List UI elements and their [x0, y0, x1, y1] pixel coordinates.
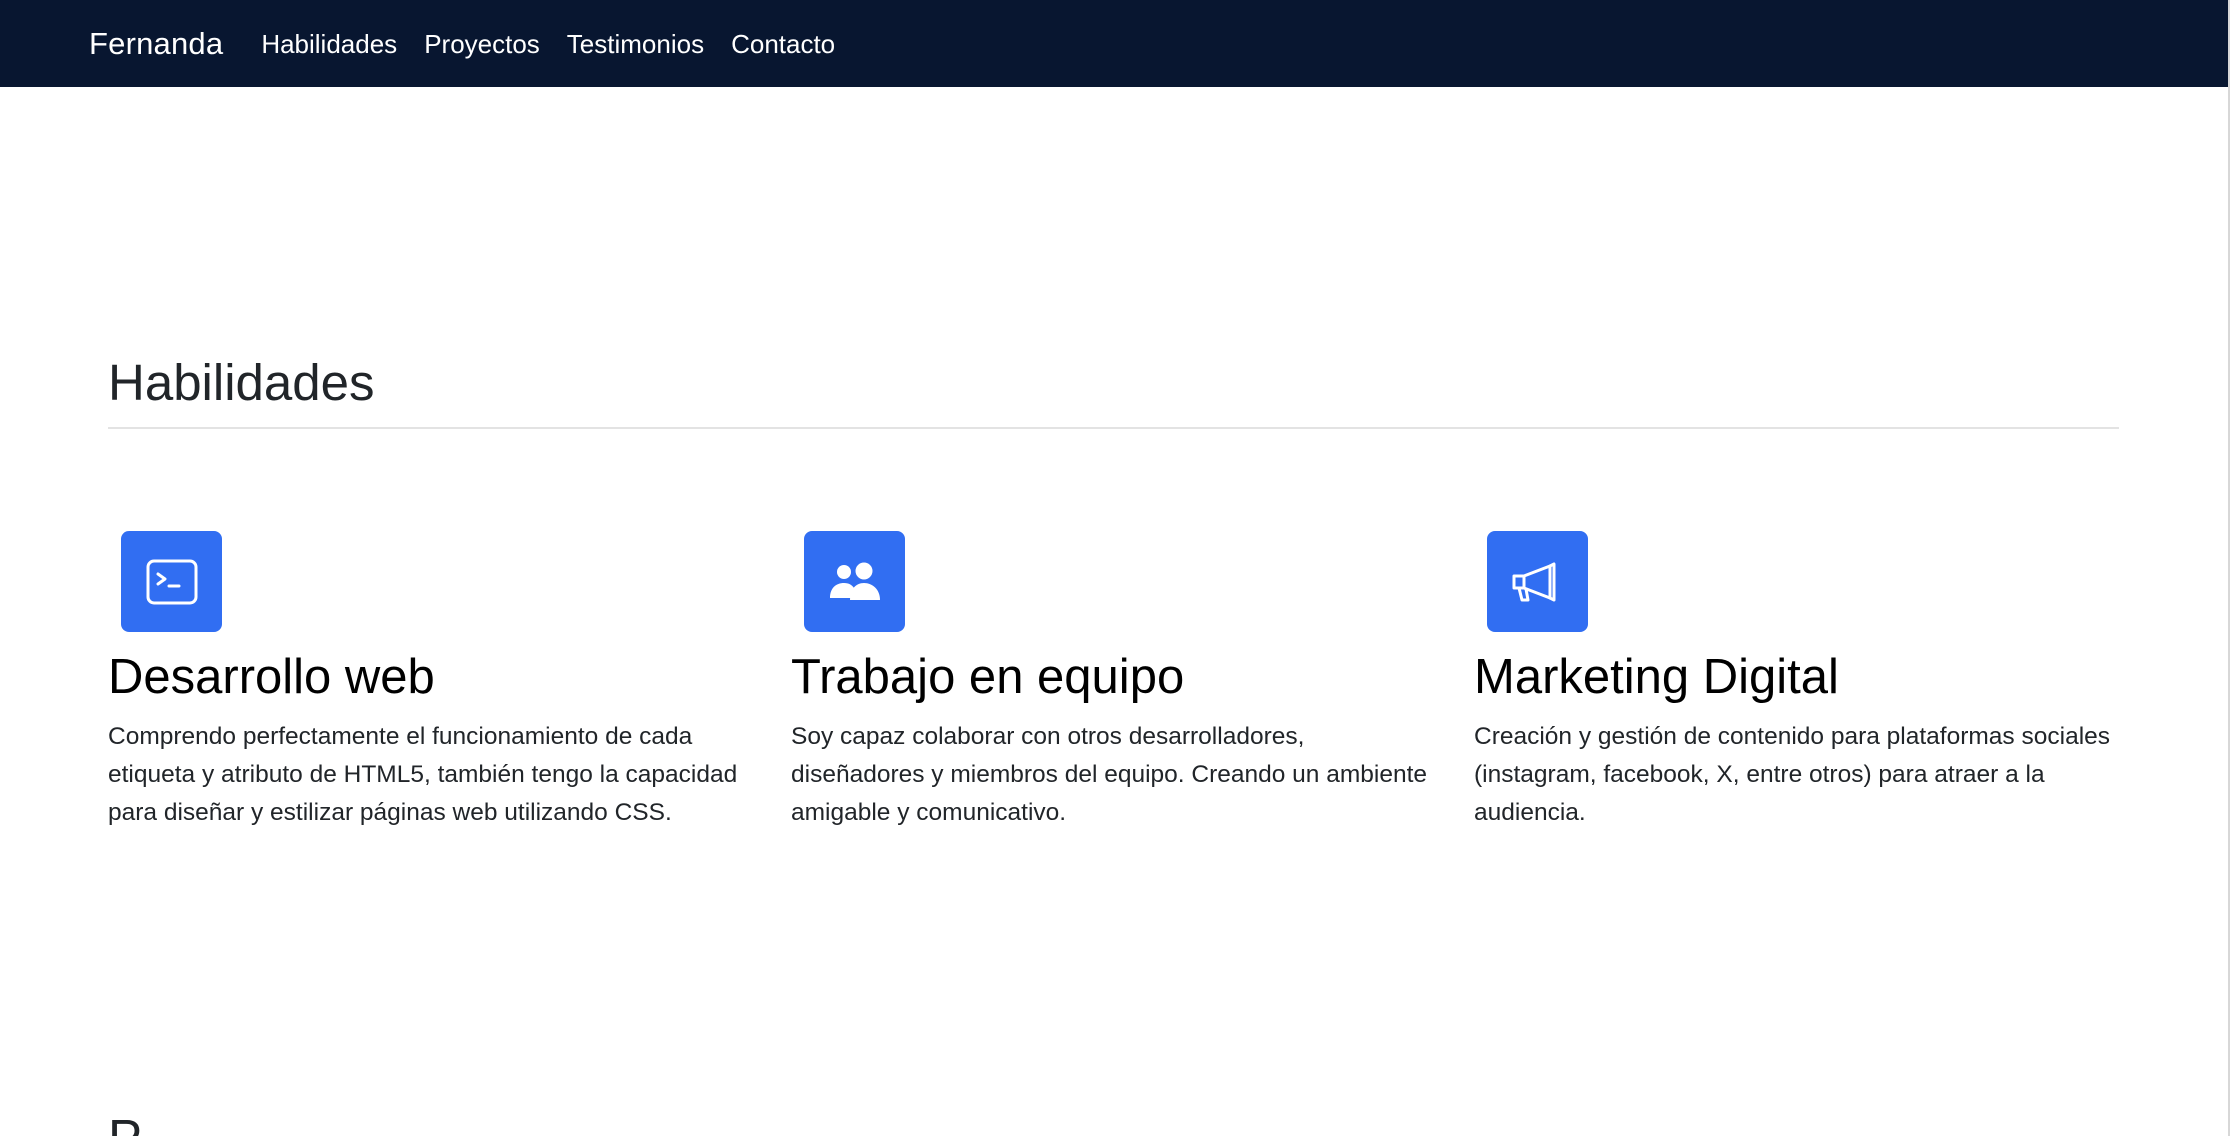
terminal-icon — [121, 531, 222, 632]
top-navbar: Fernanda Habilidades Proyectos Testimoni… — [0, 0, 2228, 87]
brand-link[interactable]: Fernanda — [89, 28, 223, 59]
skills-grid: Desarrollo web Comprendo perfectamente e… — [108, 531, 2208, 931]
next-section-title-peek: P — [108, 1109, 142, 1136]
skill-description: Soy capaz colaborar con otros desarrolla… — [791, 723, 1428, 826]
skill-title: Desarrollo web — [108, 650, 435, 704]
skill-title: Trabajo en equipo — [791, 650, 1185, 704]
nav-link-proyectos[interactable]: Proyectos — [424, 31, 540, 57]
skill-description: Comprendo perfectamente el funcionamient… — [108, 723, 738, 826]
page: Fernanda Habilidades Proyectos Testimoni… — [0, 0, 2230, 1136]
section-divider — [108, 427, 2119, 429]
nav-links: Habilidades Proyectos Testimonios Contac… — [261, 31, 835, 57]
people-icon — [804, 531, 905, 632]
megaphone-icon — [1487, 531, 1588, 632]
nav-link-habilidades[interactable]: Habilidades — [261, 31, 397, 57]
skill-title: Marketing Digital — [1474, 650, 1839, 704]
nav-link-testimonios[interactable]: Testimonios — [567, 31, 704, 57]
skill-description: Creación y gestión de contenido para pla… — [1474, 723, 2111, 826]
nav-link-contacto[interactable]: Contacto — [731, 31, 835, 57]
section-title-habilidades: Habilidades — [108, 354, 375, 411]
